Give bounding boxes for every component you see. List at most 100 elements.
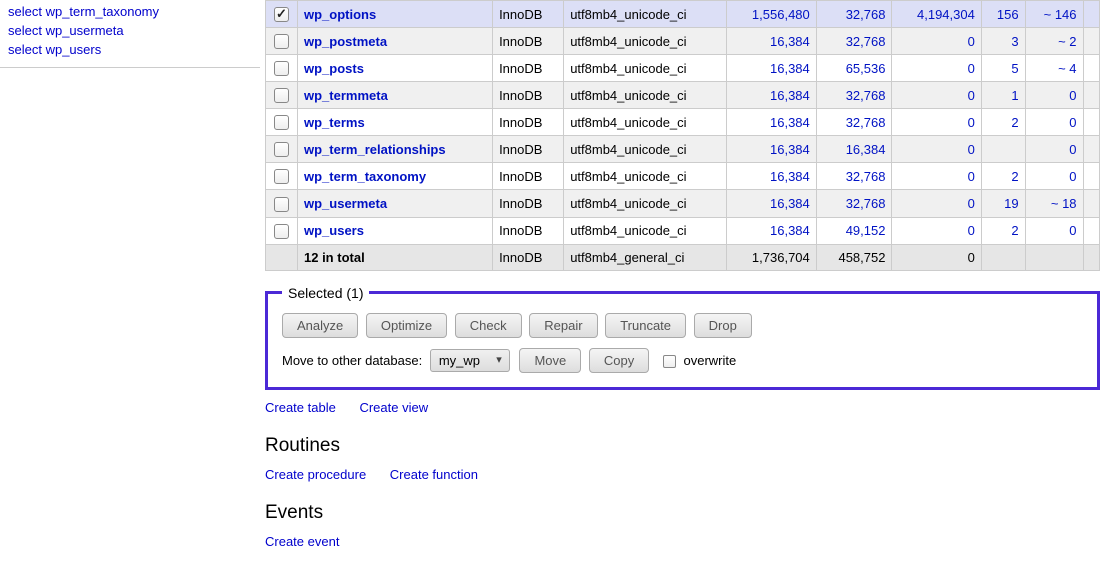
engine-cell: InnoDB	[493, 217, 564, 244]
repair-button[interactable]: Repair	[529, 313, 597, 338]
row-checkbox[interactable]	[274, 7, 289, 22]
rows-cell: 156	[981, 1, 1025, 28]
sidebar-link[interactable]: select wp_usermeta	[8, 23, 265, 38]
move-row: Move to other database: my_wp Move Copy …	[282, 348, 1083, 373]
data-free-cell: 0	[892, 136, 981, 163]
collation-cell: utf8mb4_unicode_ci	[564, 190, 727, 217]
create-function-link[interactable]: Create function	[390, 467, 478, 482]
row-checkbox[interactable]	[274, 142, 289, 157]
table-name-link[interactable]: wp_terms	[304, 115, 365, 130]
create-procedure-link[interactable]: Create procedure	[265, 467, 366, 482]
move-button[interactable]: Move	[519, 348, 581, 373]
row-checkbox[interactable]	[274, 34, 289, 49]
database-select[interactable]: my_wp	[430, 349, 510, 372]
index-length-cell: 16,384	[816, 136, 892, 163]
selected-actions-fieldset: Selected (1) Analyze Optimize Check Repa…	[265, 285, 1100, 390]
data-length-cell: 16,384	[727, 136, 816, 163]
rows-cell: 2	[981, 109, 1025, 136]
table-name-link[interactable]: wp_postmeta	[304, 34, 387, 49]
sidebar-link[interactable]: select wp_term_taxonomy	[8, 4, 265, 19]
data-free-cell: 0	[892, 109, 981, 136]
check-button[interactable]: Check	[455, 313, 522, 338]
sidebar-link[interactable]: select wp_users	[8, 42, 265, 57]
overwrite-checkbox[interactable]	[663, 355, 676, 368]
create-event-link[interactable]: Create event	[265, 534, 339, 549]
data-length-cell: 16,384	[727, 55, 816, 82]
engine-cell: InnoDB	[493, 190, 564, 217]
action-buttons-row: Analyze Optimize Check Repair Truncate D…	[282, 313, 1083, 338]
table-row[interactable]: wp_usersInnoDButf8mb4_unicode_ci16,38449…	[266, 217, 1100, 244]
row-checkbox[interactable]	[274, 197, 289, 212]
data-length-cell: 16,384	[727, 190, 816, 217]
tables-list: wp_optionsInnoDButf8mb4_unicode_ci1,556,…	[265, 0, 1100, 271]
rows-cell: 2	[981, 163, 1025, 190]
data-length-cell: 1,556,480	[727, 1, 816, 28]
auto-increment-cell: 0	[1025, 163, 1083, 190]
create-table-link[interactable]: Create table	[265, 400, 336, 415]
auto-increment-cell: ~ 18	[1025, 190, 1083, 217]
index-length-cell: 32,768	[816, 109, 892, 136]
data-length-cell: 16,384	[727, 28, 816, 55]
row-checkbox[interactable]	[274, 169, 289, 184]
table-name-link[interactable]: wp_term_relationships	[304, 142, 446, 157]
data-free-cell: 0	[892, 82, 981, 109]
sidebar: select wp_term_taxonomy select wp_userme…	[0, 0, 265, 561]
table-row[interactable]: wp_term_relationshipsInnoDButf8mb4_unico…	[266, 136, 1100, 163]
row-checkbox[interactable]	[274, 61, 289, 76]
engine-cell: InnoDB	[493, 55, 564, 82]
table-row[interactable]: wp_postmeta InnoDButf8mb4_unicode_ci16,38…	[266, 28, 1100, 55]
auto-increment-cell: 0	[1025, 109, 1083, 136]
table-name-link[interactable]: wp_users	[304, 223, 364, 238]
optimize-button[interactable]: Optimize	[366, 313, 447, 338]
copy-button[interactable]: Copy	[589, 348, 649, 373]
auto-increment-cell: 0	[1025, 217, 1083, 244]
events-links-row: Create event	[265, 534, 1100, 549]
rows-cell	[981, 136, 1025, 163]
rows-cell: 5	[981, 55, 1025, 82]
extra-cell	[1083, 28, 1099, 55]
table-row[interactable]: wp_optionsInnoDButf8mb4_unicode_ci1,556,…	[266, 1, 1100, 28]
row-checkbox[interactable]	[274, 88, 289, 103]
auto-increment-cell: ~ 2	[1025, 28, 1083, 55]
table-name-link[interactable]: wp_termmeta	[304, 88, 388, 103]
analyze-button[interactable]: Analyze	[282, 313, 358, 338]
extra-cell	[1083, 82, 1099, 109]
data-length-cell: 16,384	[727, 163, 816, 190]
extra-cell	[1083, 163, 1099, 190]
index-length-cell: 49,152	[816, 217, 892, 244]
drop-button[interactable]: Drop	[694, 313, 752, 338]
main-content: wp_optionsInnoDButf8mb4_unicode_ci1,556,…	[265, 0, 1100, 561]
row-checkbox[interactable]	[274, 115, 289, 130]
table-row[interactable]: wp_termsInnoDButf8mb4_unicode_ci16,38432…	[266, 109, 1100, 136]
total-label: 12 in total	[298, 244, 493, 270]
extra-cell	[1083, 217, 1099, 244]
table-name-link[interactable]: wp_posts	[304, 61, 364, 76]
data-free-cell: 0	[892, 28, 981, 55]
engine-cell: InnoDB	[493, 136, 564, 163]
collation-cell: utf8mb4_unicode_ci	[564, 28, 727, 55]
table-row[interactable]: wp_postsInnoDButf8mb4_unicode_ci16,38465…	[266, 55, 1100, 82]
rows-cell: 19	[981, 190, 1025, 217]
index-length-cell: 32,768	[816, 1, 892, 28]
rows-cell: 1	[981, 82, 1025, 109]
index-length-cell: 32,768	[816, 82, 892, 109]
table-row[interactable]: wp_term_taxonomyInnoDButf8mb4_unicode_ci…	[266, 163, 1100, 190]
extra-cell	[1083, 55, 1099, 82]
auto-increment-cell: 0	[1025, 82, 1083, 109]
create-view-link[interactable]: Create view	[359, 400, 428, 415]
routines-heading: Routines	[265, 435, 1100, 457]
table-name-link[interactable]: wp_options	[304, 7, 376, 22]
table-name-link[interactable]: wp_usermeta	[304, 196, 387, 211]
data-free-cell: 0	[892, 163, 981, 190]
table-row[interactable]: wp_usermeta InnoDButf8mb4_unicode_ci16,38…	[266, 190, 1100, 217]
engine-cell: InnoDB	[493, 109, 564, 136]
engine-cell: InnoDB	[493, 28, 564, 55]
table-name-link[interactable]: wp_term_taxonomy	[304, 169, 426, 184]
extra-cell	[1083, 109, 1099, 136]
row-checkbox[interactable]	[274, 224, 289, 239]
truncate-button[interactable]: Truncate	[605, 313, 686, 338]
move-label: Move to other database:	[282, 353, 422, 368]
table-row[interactable]: wp_termmetaInnoDButf8mb4_unicode_ci16,38…	[266, 82, 1100, 109]
overwrite-label: overwrite	[683, 353, 736, 368]
auto-increment-cell: ~ 146	[1025, 1, 1083, 28]
